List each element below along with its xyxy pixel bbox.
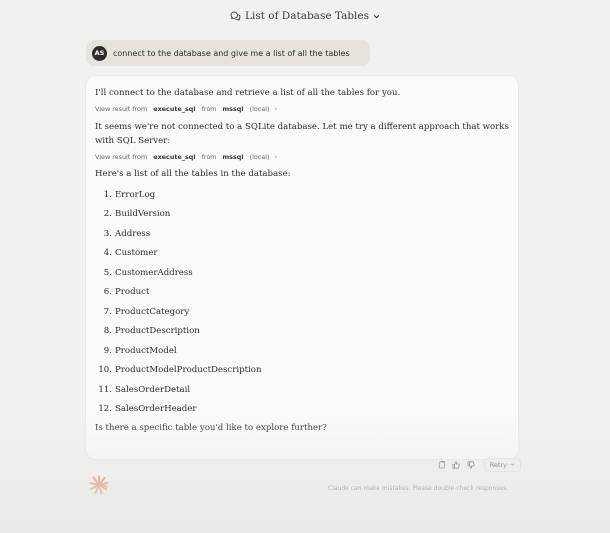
tool-result-link[interactable]: View result from execute_sql from mssql … — [95, 105, 277, 113]
list-item: 1. ErrorLog — [95, 185, 509, 205]
conversation-header: List of Database Tables — [0, 0, 610, 32]
list-number: 3. — [103, 228, 112, 239]
thumbs-down-icon[interactable] — [465, 459, 477, 472]
list-number: 8. — [103, 326, 112, 337]
table-name: ProductModel — [115, 345, 177, 356]
list-number: 7. — [103, 306, 112, 317]
server-scope: (local) — [249, 105, 270, 113]
server-name: mssql — [222, 105, 244, 113]
list-number: 6. — [103, 287, 112, 298]
assistant-intro: I'll connect to the database and retriev… — [95, 88, 401, 98]
copy-icon[interactable] — [436, 459, 448, 472]
list-item: 11. SalesOrderDetail — [95, 380, 509, 400]
table-name: ProductCategory — [115, 306, 190, 317]
list-item: 4. Customer — [95, 244, 509, 264]
list-number: 9. — [103, 345, 112, 356]
conversation-title: List of Database Tables — [244, 10, 370, 22]
conversation-title-button[interactable]: List of Database Tables — [230, 10, 380, 22]
chevron-right-icon: › — [274, 105, 278, 113]
list-item: 6. Product — [95, 283, 509, 303]
table-name: ErrorLog — [115, 189, 156, 200]
list-number: 5. — [103, 267, 112, 278]
tool-result-prefix: View result from — [95, 153, 148, 161]
chevron-right-icon: › — [274, 153, 278, 161]
list-item: 3. Address — [95, 224, 509, 244]
tool-result-prefix: View result from — [95, 105, 148, 113]
user-message-text: connect to the database and give me a li… — [113, 48, 350, 58]
list-number: 12. — [98, 404, 112, 415]
table-name: ProductDescription — [115, 326, 200, 337]
list-item: 2. BuildVersion — [95, 205, 509, 225]
avatar[interactable]: AS — [92, 45, 107, 61]
table-list-intro: Here's a list of all the tables in the d… — [95, 169, 291, 179]
retry-label: Retry — [489, 461, 507, 469]
tool-from-label: from — [201, 105, 217, 113]
claude-logo-icon — [89, 475, 109, 495]
tool-result-link[interactable]: View result from execute_sql from mssql … — [95, 153, 277, 161]
list-number: 1. — [103, 189, 112, 200]
table-name: Customer — [115, 248, 158, 259]
server-name: mssql — [222, 153, 244, 161]
table-name: BuildVersion — [115, 209, 171, 220]
user-message: AS connect to the database and give me a… — [86, 40, 370, 66]
list-item: 7. ProductCategory — [95, 302, 509, 322]
table-name: CustomerAddress — [115, 267, 193, 278]
table-list: 1. ErrorLog 2. BuildVersion 3. Address 4. Cu… — [95, 185, 509, 419]
list-item: 12. SalesOrderHeader — [95, 400, 509, 420]
assistant-closing: Is there a specific table you'd like to … — [95, 423, 327, 433]
tool-name: execute_sql — [153, 153, 196, 161]
list-number: 10. — [98, 365, 112, 376]
retry-button[interactable]: Retry — [483, 458, 521, 472]
table-name: SalesOrderHeader — [115, 404, 197, 415]
server-scope: (local) — [249, 153, 270, 161]
list-item: 9. ProductModel — [95, 341, 509, 361]
list-number: 11. — [98, 384, 112, 395]
disclaimer-text: Claude can make mistakes. Please double-… — [328, 485, 509, 492]
table-name: Address — [115, 228, 151, 239]
tool-name: execute_sql — [153, 105, 196, 113]
assistant-message: I'll connect to the database and retriev… — [86, 76, 518, 459]
list-number: 4. — [103, 248, 112, 259]
list-item: 5. CustomerAddress — [95, 263, 509, 283]
list-item: 8. ProductDescription — [95, 322, 509, 342]
table-name: SalesOrderDetail — [115, 384, 191, 395]
chat-bubbles-icon — [230, 11, 241, 21]
chevron-down-icon — [373, 13, 380, 20]
chevron-down-icon — [510, 461, 515, 469]
tool-from-label: from — [201, 153, 217, 161]
list-item: 10. ProductModelProductDescription — [95, 361, 509, 381]
list-number: 2. — [103, 209, 112, 220]
thumbs-up-icon[interactable] — [451, 459, 463, 472]
message-actions: Retry — [436, 457, 521, 473]
table-name: Product — [115, 287, 150, 298]
assistant-middle-text: It seems we're not connected to a SQLite… — [95, 122, 509, 146]
table-name: ProductModelProductDescription — [115, 365, 262, 376]
